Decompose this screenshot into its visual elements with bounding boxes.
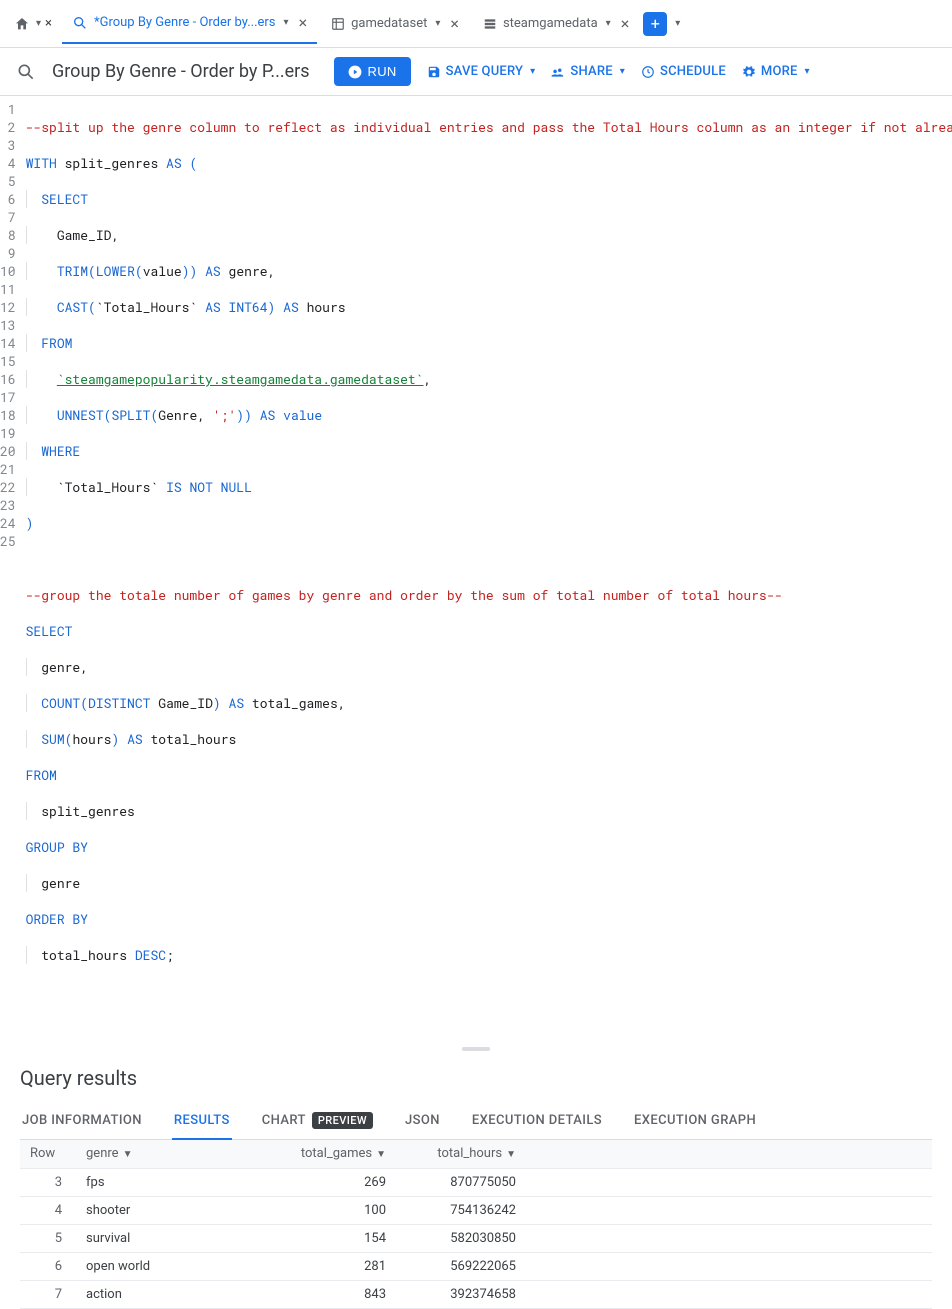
dropdown-icon[interactable]: ▾ xyxy=(675,18,680,29)
cell-row: 6 xyxy=(20,1252,76,1280)
home-icon xyxy=(14,16,30,32)
dataset-icon xyxy=(483,17,497,31)
tab-execution-details[interactable]: EXECUTION DETAILS xyxy=(470,1102,604,1139)
cell-genre: action xyxy=(76,1280,276,1308)
col-total-games[interactable]: total_games▼ xyxy=(276,1140,396,1168)
tab-bar: ▾ × *Group By Genre - Order by...ers ▾ ×… xyxy=(0,0,952,48)
col-total-hours[interactable]: total_hours▼ xyxy=(396,1140,526,1168)
sql-editor[interactable]: 1234567891011121314151617181920212223242… xyxy=(0,96,952,1044)
cell-games: 281 xyxy=(276,1252,396,1280)
close-icon[interactable]: × xyxy=(299,13,308,32)
cell-genre: shooter xyxy=(76,1196,276,1224)
cell-hours: 870775050 xyxy=(396,1168,526,1196)
cell-games: 843 xyxy=(276,1280,396,1308)
cell-row: 5 xyxy=(20,1224,76,1252)
tab-results[interactable]: RESULTS xyxy=(172,1102,232,1140)
table-row[interactable]: 7action843392374658 xyxy=(20,1280,932,1308)
tab-json[interactable]: JSON xyxy=(403,1102,442,1139)
tab-label: gamedataset xyxy=(351,16,427,31)
cell-games: 100 xyxy=(276,1196,396,1224)
more-button[interactable]: MORE ▾ xyxy=(742,64,810,79)
col-spacer xyxy=(526,1140,932,1168)
cell-row: 3 xyxy=(20,1168,76,1196)
query-icon xyxy=(72,15,88,31)
cell-games: 154 xyxy=(276,1224,396,1252)
dropdown-icon: ▾ xyxy=(36,18,41,29)
results-tabs: JOB INFORMATION RESULTS CHART PREVIEW JS… xyxy=(20,1102,932,1140)
cell-hours: 569222065 xyxy=(396,1252,526,1280)
clock-icon xyxy=(641,65,655,79)
results-title: Query results xyxy=(20,1066,932,1090)
play-icon xyxy=(348,65,362,79)
cell-genre: fps xyxy=(76,1168,276,1196)
cell-hours: 582030850 xyxy=(396,1224,526,1252)
close-icon[interactable]: × xyxy=(621,14,630,33)
save-query-button[interactable]: SAVE QUERY ▾ xyxy=(427,64,536,79)
dropdown-icon[interactable]: ▾ xyxy=(284,17,289,28)
cell-games: 269 xyxy=(276,1168,396,1196)
cell-hours: 392374658 xyxy=(396,1280,526,1308)
new-tab-button[interactable]: + xyxy=(643,12,667,36)
close-icon[interactable]: × xyxy=(45,16,52,31)
tab-chart[interactable]: CHART PREVIEW xyxy=(260,1102,375,1139)
cell-spacer xyxy=(526,1252,932,1280)
line-gutter: 1234567891011121314151617181920212223242… xyxy=(0,100,26,1036)
tab-execution-graph[interactable]: EXECUTION GRAPH xyxy=(632,1102,758,1139)
cell-row: 4 xyxy=(20,1196,76,1224)
cell-spacer xyxy=(526,1168,932,1196)
table-row[interactable]: 6open world281569222065 xyxy=(20,1252,932,1280)
tab-label: *Group By Genre - Order by...ers xyxy=(94,15,276,30)
schedule-button[interactable]: SCHEDULE xyxy=(641,64,726,79)
sort-icon: ▼ xyxy=(506,1149,516,1160)
page-title: Group By Genre - Order by P...ers xyxy=(52,61,310,82)
resize-handle[interactable] xyxy=(0,1044,952,1054)
cell-row: 7 xyxy=(20,1280,76,1308)
code-content[interactable]: --split up the genre column to reflect a… xyxy=(26,100,952,1036)
tab-job-info[interactable]: JOB INFORMATION xyxy=(20,1102,144,1139)
tab-gamedataset[interactable]: gamedataset ▾ × xyxy=(321,4,469,44)
cell-genre: survival xyxy=(76,1224,276,1252)
cell-spacer xyxy=(526,1224,932,1252)
share-button[interactable]: SHARE ▾ xyxy=(551,64,625,79)
results-table: Row genre▼ total_games▼ total_hours▼ 3fp… xyxy=(20,1140,932,1309)
chevron-down-icon: ▾ xyxy=(620,66,625,77)
cell-spacer xyxy=(526,1196,932,1224)
table-row[interactable]: 3fps269870775050 xyxy=(20,1168,932,1196)
sort-icon: ▼ xyxy=(123,1149,133,1160)
chevron-down-icon: ▾ xyxy=(530,66,535,77)
cell-spacer xyxy=(526,1280,932,1308)
home-tab[interactable]: ▾ × xyxy=(8,16,58,32)
chevron-down-icon: ▾ xyxy=(805,66,810,77)
table-row[interactable]: 4shooter100754136242 xyxy=(20,1196,932,1224)
cell-hours: 754136242 xyxy=(396,1196,526,1224)
table-row[interactable]: 5survival154582030850 xyxy=(20,1224,932,1252)
gear-icon xyxy=(742,65,756,79)
dropdown-icon[interactable]: ▾ xyxy=(606,18,611,29)
run-button[interactable]: RUN xyxy=(334,57,411,86)
col-genre[interactable]: genre▼ xyxy=(76,1140,276,1168)
sort-icon: ▼ xyxy=(376,1149,386,1160)
query-icon xyxy=(16,62,36,82)
tab-steamgamedata[interactable]: steamgamedata ▾ × xyxy=(473,4,639,44)
table-icon xyxy=(331,17,345,31)
preview-badge: PREVIEW xyxy=(312,1112,373,1129)
tab-query-active[interactable]: *Group By Genre - Order by...ers ▾ × xyxy=(62,4,317,44)
tab-label: steamgamedata xyxy=(503,16,598,31)
dropdown-icon[interactable]: ▾ xyxy=(435,18,440,29)
close-icon[interactable]: × xyxy=(450,14,459,33)
save-icon xyxy=(427,65,441,79)
cell-genre: open world xyxy=(76,1252,276,1280)
col-row[interactable]: Row xyxy=(20,1140,76,1168)
results-panel: Query results JOB INFORMATION RESULTS CH… xyxy=(0,1054,952,1309)
editor-toolbar: Group By Genre - Order by P...ers RUN SA… xyxy=(0,48,952,96)
share-icon xyxy=(551,65,565,79)
